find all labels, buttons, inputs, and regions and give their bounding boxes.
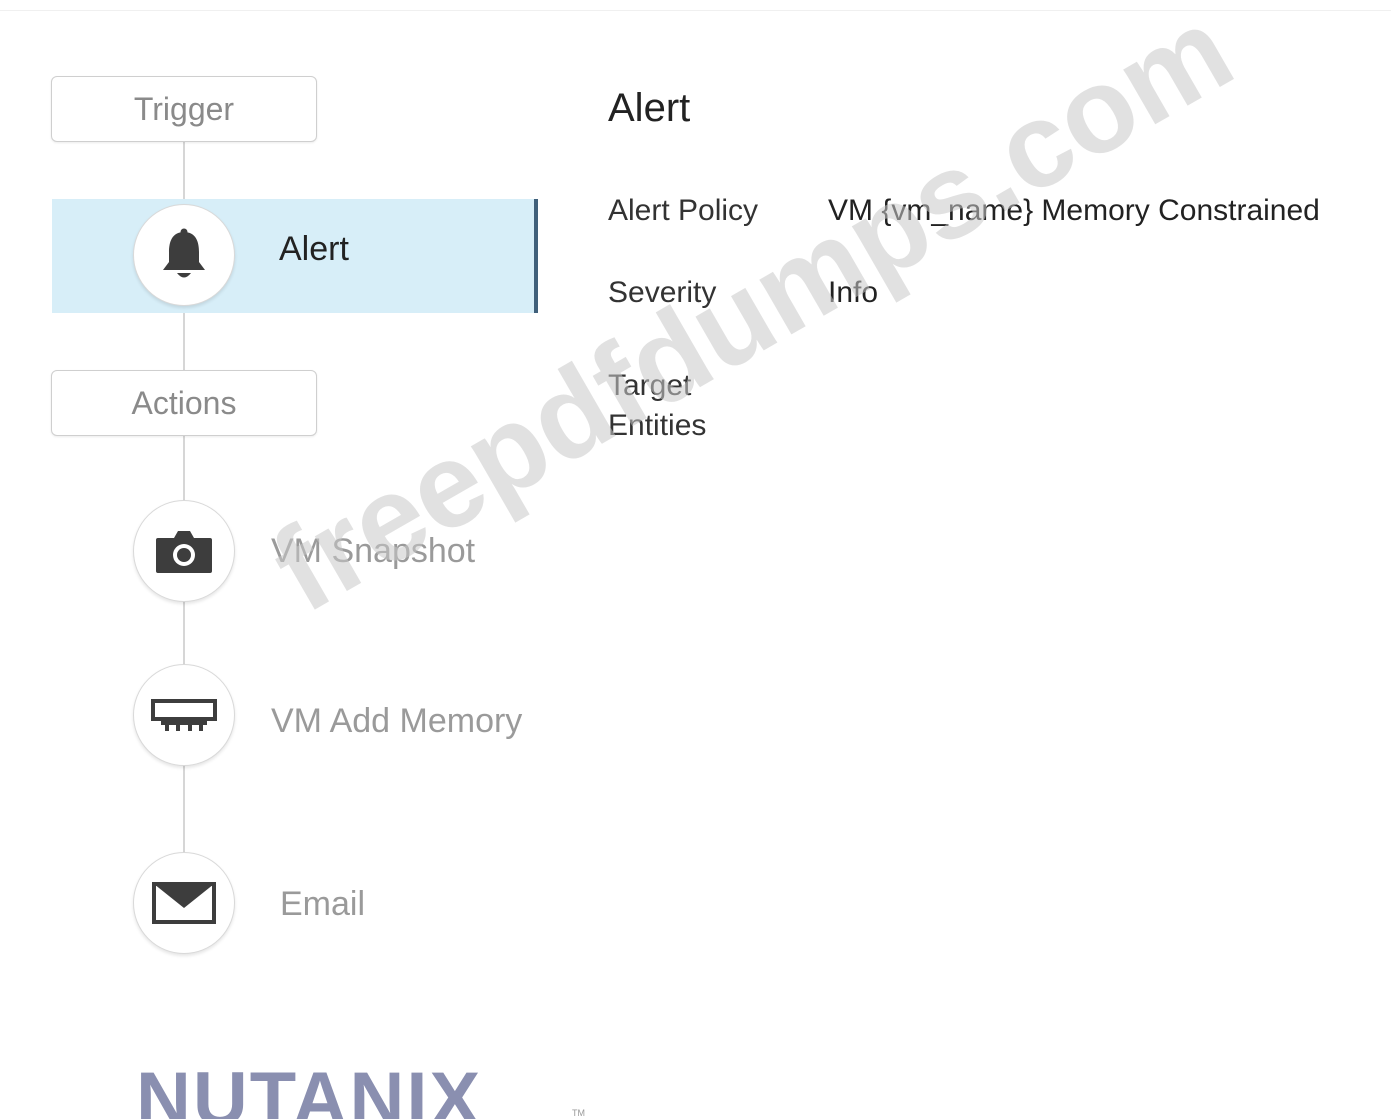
actions-stage-label: Actions [131,384,237,421]
alert-policy-value: VM {vm_name} Memory Constrained [828,194,1320,227]
actions-stage-button[interactable]: Actions [51,370,317,436]
nutanix-logo: NUTANIX [136,1062,483,1119]
action-label-vm-snapshot: VM Snapshot [271,532,476,570]
trigger-stage-button[interactable]: Trigger [51,76,317,142]
target-entities-label: Target Entities [608,369,707,442]
vm-snapshot-node[interactable] [133,500,235,602]
vm-add-memory-node[interactable] [133,664,235,766]
memory-icon [151,699,217,731]
flow-connector [183,142,185,200]
envelope-icon [152,882,216,924]
alert-policy-label: Alert Policy [608,194,759,227]
action-label-vm-add-memory: VM Add Memory [271,702,523,740]
flow-connector [183,436,185,506]
action-label-email: Email [280,885,366,923]
selection-indicator [534,199,538,313]
camera-icon [156,531,212,573]
severity-value: Info [828,276,879,309]
top-divider [0,10,1391,11]
flow-item-label: Alert [279,230,349,268]
flow-connector [183,312,185,370]
details-title: Alert [608,86,691,130]
trademark-mark: TM [572,1108,585,1118]
trigger-stage-label: Trigger [133,90,235,127]
alert-node[interactable] [133,204,235,306]
flow-connector [183,600,185,672]
bell-icon [163,228,205,278]
email-node[interactable] [133,852,235,954]
severity-label: Severity [608,276,717,309]
flow-connector [183,764,185,854]
